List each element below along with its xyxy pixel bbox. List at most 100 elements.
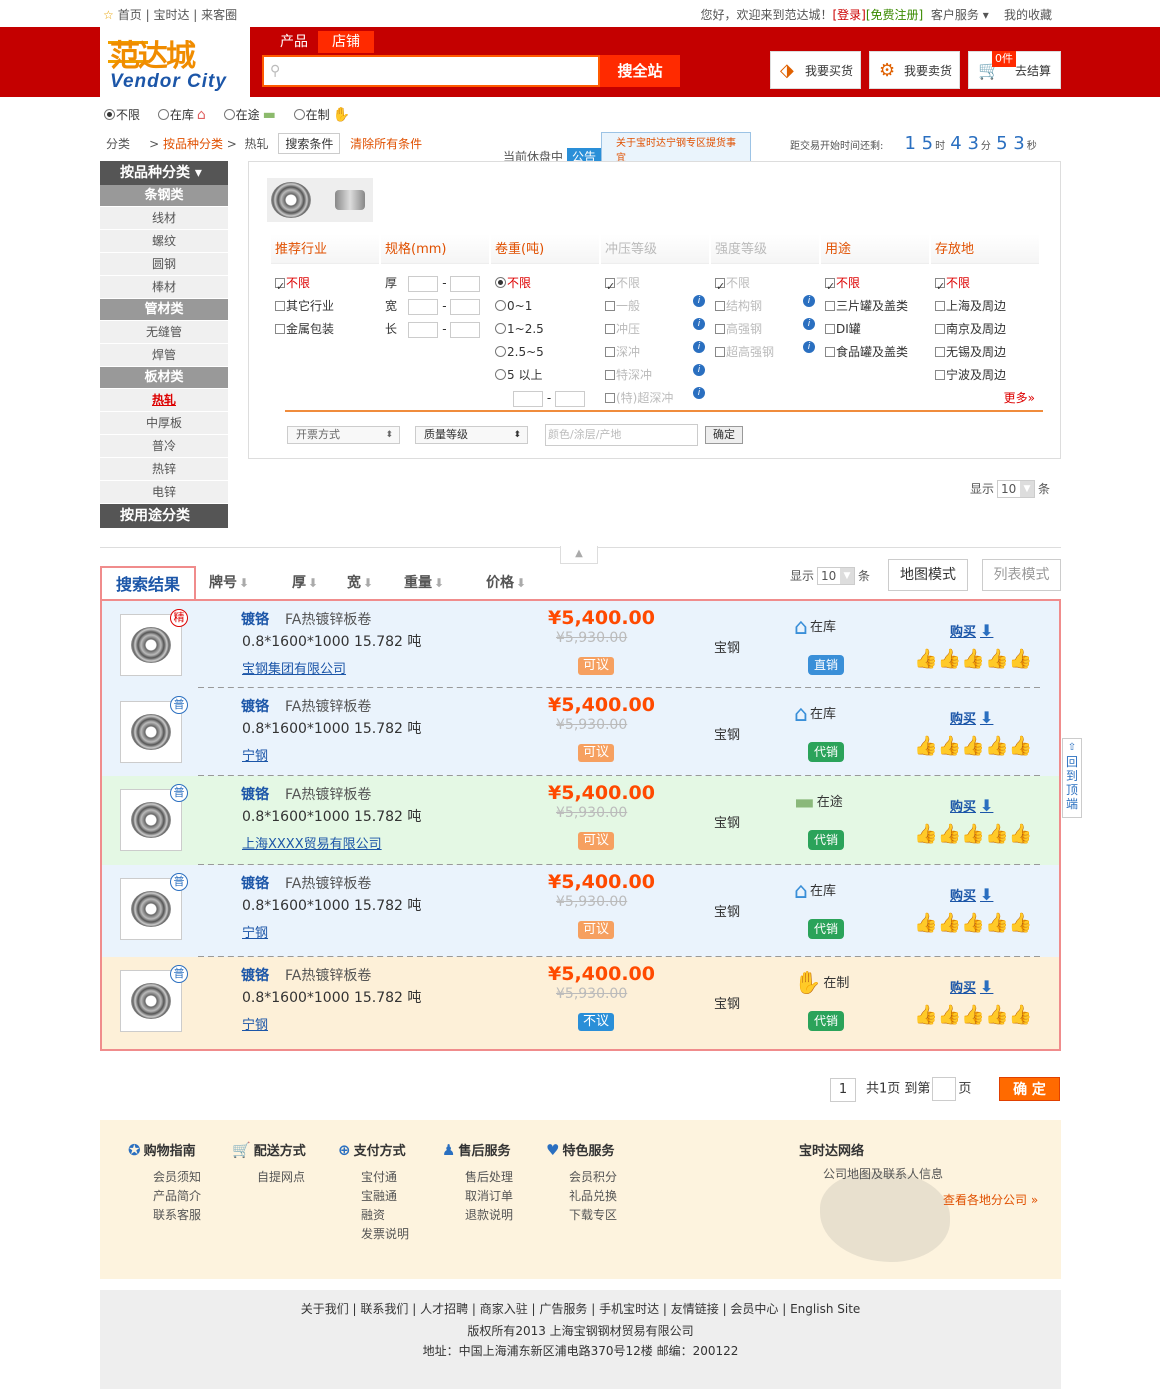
list-mode-button[interactable]: 列表模式 [982, 559, 1061, 591]
tab-product[interactable]: 产品 [266, 31, 322, 53]
product-name[interactable]: 镀铬 FA热镀锌板卷 [241, 696, 371, 716]
stock-filter-making[interactable]: 在制 ✋ [293, 106, 350, 123]
category-item[interactable]: 热锌 [100, 458, 228, 481]
filter-option[interactable]: 三片罐及盖类 [821, 295, 929, 318]
footer-link[interactable]: 联系客服 [153, 1206, 201, 1223]
coil-image[interactable] [271, 182, 311, 218]
results-tab[interactable]: 搜索结果 [100, 566, 196, 600]
sort-price[interactable]: 价格 ⬇ [486, 572, 526, 592]
filter-option[interactable]: DI罐 [821, 318, 929, 341]
spec-thick-max[interactable] [450, 275, 481, 292]
goto-page-input[interactable] [932, 1077, 957, 1101]
spec-len-max[interactable] [450, 321, 481, 338]
stock-filter-instock[interactable]: 在库 ⌂ [157, 106, 206, 123]
category-group-plate[interactable]: 板材类 [100, 367, 228, 389]
info-icon[interactable]: i [693, 318, 705, 330]
category-item[interactable]: 圆钢 [100, 253, 228, 276]
bottom-links[interactable]: 关于我们 | 联系我们 | 人才招聘 | 商家入驻 | 广告服务 | 手机宝时达… [100, 1300, 1061, 1317]
product-name[interactable]: 镀铬 FA热镀锌板卷 [241, 965, 371, 985]
filter-option[interactable]: 不限 [711, 272, 819, 298]
more-locations-link[interactable]: 更多» [931, 387, 1039, 410]
category-head-by-type[interactable]: 按品种分类 ▾ [100, 161, 228, 185]
filter-option[interactable]: 不限 [821, 272, 929, 298]
buy-link[interactable]: 购买 ⬇ [950, 796, 993, 815]
weight-max[interactable] [554, 390, 585, 407]
info-icon[interactable]: i [803, 295, 815, 307]
buy-goods-button[interactable]: ⬗ 我要买货 [770, 51, 861, 89]
map-mode-button[interactable]: 地图模式 [888, 559, 968, 591]
info-icon[interactable]: i [693, 364, 705, 376]
footer-link[interactable]: 退款说明 [465, 1206, 513, 1223]
invoice-select[interactable]: 开票方式 ⬍ [287, 426, 400, 444]
page-number[interactable]: 1 [830, 1077, 856, 1102]
product-name[interactable]: 镀铬 FA热镀锌板卷 [241, 609, 371, 629]
stock-filter-transit[interactable]: 在途 ▬ [223, 106, 276, 123]
footer-link[interactable]: 会员积分 [569, 1168, 617, 1185]
filter-option[interactable]: 一般 i [601, 295, 709, 318]
search-conditions-button[interactable]: 搜索条件 [278, 133, 341, 154]
category-item[interactable]: 线材 [100, 207, 228, 230]
color-coating-input[interactable]: 颜色/涂层/产地 [545, 424, 698, 446]
category-item[interactable]: 普冷 [100, 435, 228, 458]
roll-image[interactable] [335, 190, 365, 210]
info-icon[interactable]: i [803, 341, 815, 353]
category-group-pipe[interactable]: 管材类 [100, 299, 228, 321]
category-head-by-usage[interactable]: 按用途分类 [100, 504, 228, 528]
footer-link[interactable]: 自提网点 [257, 1168, 305, 1185]
weight-min[interactable] [513, 390, 543, 407]
buy-link[interactable]: 购买 ⬇ [950, 708, 993, 727]
clear-conditions-link[interactable]: 清除所有条件 [350, 137, 422, 151]
seller-company-link[interactable]: 宁钢 [242, 745, 268, 764]
category-group-bar[interactable]: 条钢类 [100, 185, 228, 207]
info-icon[interactable]: i [693, 341, 705, 353]
footer-link[interactable]: 宝付通 [361, 1168, 397, 1185]
filter-option[interactable]: 无锡及周边 [931, 341, 1039, 364]
seller-company-link[interactable]: 宝钢集团有限公司 [242, 658, 346, 677]
filter-option[interactable]: 宁波及周边 [931, 364, 1039, 387]
favorites-link[interactable]: 我的收藏 [1004, 8, 1052, 22]
sort-width[interactable]: 宽 ⬇ [347, 572, 373, 592]
customer-service-menu[interactable]: 客户服务 ▾ [931, 8, 989, 22]
footer-link[interactable]: 下载专区 [569, 1206, 617, 1223]
filter-option[interactable]: 不限 [491, 272, 599, 295]
logo[interactable]: 范达城 Vendor City [100, 27, 250, 97]
filter-option[interactable]: 5 以上 [491, 364, 599, 387]
quality-select[interactable]: 质量等级 ⬍ [415, 426, 528, 444]
buy-link[interactable]: 购买 ⬇ [950, 621, 993, 640]
filter-option[interactable]: 其它行业 [271, 295, 379, 318]
product-name[interactable]: 镀铬 FA热镀锌板卷 [241, 784, 371, 804]
filter-ok-button[interactable]: 确定 [705, 426, 743, 444]
spec-len-min[interactable] [408, 321, 439, 338]
category-item[interactable]: 中厚板 [100, 412, 228, 435]
sort-grade[interactable]: 牌号 ⬇ [209, 572, 249, 592]
home-link[interactable]: 首页 [118, 8, 142, 22]
search-button[interactable]: 搜全站 [600, 55, 680, 87]
filter-option[interactable]: 特深冲 i [601, 364, 709, 387]
view-branches-link[interactable]: 查看各地分公司 » [943, 1191, 1038, 1208]
seller-company-link[interactable]: 宁钢 [242, 1014, 268, 1033]
footer-link[interactable]: 发票说明 [361, 1225, 409, 1242]
filter-option[interactable]: 南京及周边 [931, 318, 1039, 341]
filter-option[interactable]: 冲压 i [601, 318, 709, 341]
sort-weight[interactable]: 重量 ⬇ [404, 572, 444, 592]
footer-link[interactable]: 取消订单 [465, 1187, 513, 1204]
sell-goods-button[interactable]: ⚙ 我要卖货 [869, 51, 960, 89]
footer-link[interactable]: 融资 [361, 1206, 385, 1223]
goto-page-button[interactable]: 确 定 [999, 1077, 1060, 1101]
buy-link[interactable]: 购买 ⬇ [950, 977, 993, 996]
category-item[interactable]: 棒材 [100, 276, 228, 299]
category-item-selected[interactable]: 热轧 [100, 389, 228, 412]
stock-filter-any[interactable]: 不限 [104, 106, 140, 123]
partner-links[interactable]: 宝时达 | 来客圈 [153, 8, 237, 22]
crumb-by-type[interactable]: 按品种分类 [163, 137, 223, 151]
filter-option[interactable]: 1~2.5 [491, 318, 599, 341]
footer-link[interactable]: 售后处理 [465, 1168, 513, 1185]
filter-option[interactable]: 高强钢 i [711, 318, 819, 341]
seller-company-link[interactable]: 上海XXXX贸易有限公司 [242, 833, 382, 852]
filter-option[interactable]: 不限 [601, 272, 709, 298]
tab-shop[interactable]: 店铺 [318, 31, 374, 53]
filter-option[interactable]: 结构钢 i [711, 295, 819, 318]
page-size-select[interactable]: 10 ▼ [997, 480, 1036, 498]
buy-link[interactable]: 购买 ⬇ [950, 885, 993, 904]
spec-thick-min[interactable] [408, 275, 439, 292]
